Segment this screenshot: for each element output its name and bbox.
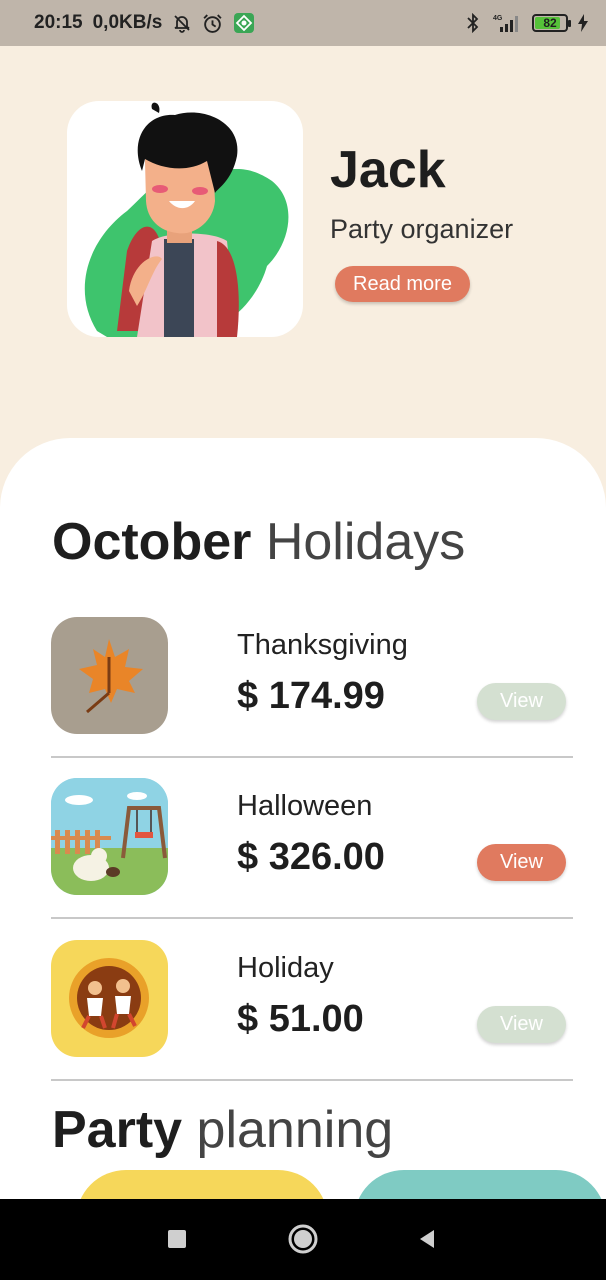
- item-name: Thanksgiving: [237, 629, 408, 661]
- status-time: 20:15: [34, 12, 83, 33]
- list-item[interactable]: Thanksgiving $ 174.99 View: [51, 617, 573, 779]
- navigation-bar: [0, 1199, 606, 1280]
- view-button[interactable]: View: [477, 1006, 566, 1043]
- mute-bell-icon: [172, 13, 192, 33]
- view-button[interactable]: View: [477, 683, 566, 720]
- profile-name: Jack: [330, 141, 446, 199]
- battery-percent: 82: [543, 16, 557, 30]
- network-label: 4G: [493, 15, 503, 22]
- read-more-button[interactable]: Read more: [335, 266, 470, 302]
- section-title-light: Holidays: [265, 513, 466, 571]
- avatar-illustration: [84, 102, 289, 337]
- divider: [51, 917, 573, 919]
- item-price: $ 51.00: [237, 998, 364, 1040]
- recent-apps-icon[interactable]: [160, 1222, 194, 1256]
- section-title-bold: Party: [52, 1101, 183, 1159]
- party-planning-title: Party planning: [52, 1100, 393, 1160]
- battery-icon: 82: [532, 14, 571, 32]
- app-icon: [233, 12, 255, 34]
- view-button[interactable]: View: [477, 844, 566, 881]
- charging-icon: [578, 14, 588, 32]
- maple-leaf-thumbnail: [51, 617, 168, 734]
- bluetooth-icon: [466, 13, 480, 33]
- home-icon[interactable]: [284, 1220, 322, 1258]
- kids-thumbnail: [51, 940, 168, 1057]
- item-name: Holiday: [237, 952, 334, 984]
- list-item[interactable]: Holiday $ 51.00 View: [51, 940, 573, 1102]
- divider: [51, 1079, 573, 1081]
- item-name: Halloween: [237, 790, 373, 822]
- item-price: $ 326.00: [237, 836, 385, 878]
- status-bar: 20:15 0,0KB/s 4G 82: [0, 0, 606, 46]
- section-title-light: planning: [196, 1101, 394, 1159]
- section-title-bold: October: [52, 513, 252, 571]
- playground-thumbnail: [51, 778, 168, 895]
- signal-icon: 4G: [490, 12, 522, 34]
- alarm-icon: [202, 13, 223, 34]
- status-speed: 0,0KB/s: [92, 12, 163, 33]
- back-icon[interactable]: [410, 1222, 444, 1256]
- item-price: $ 174.99: [237, 675, 385, 717]
- profile-role: Party organizer: [330, 214, 514, 244]
- october-holidays-title: October Holidays: [52, 512, 465, 572]
- avatar: [67, 101, 303, 337]
- divider: [51, 756, 573, 758]
- list-item[interactable]: Halloween $ 326.00 View: [51, 778, 573, 940]
